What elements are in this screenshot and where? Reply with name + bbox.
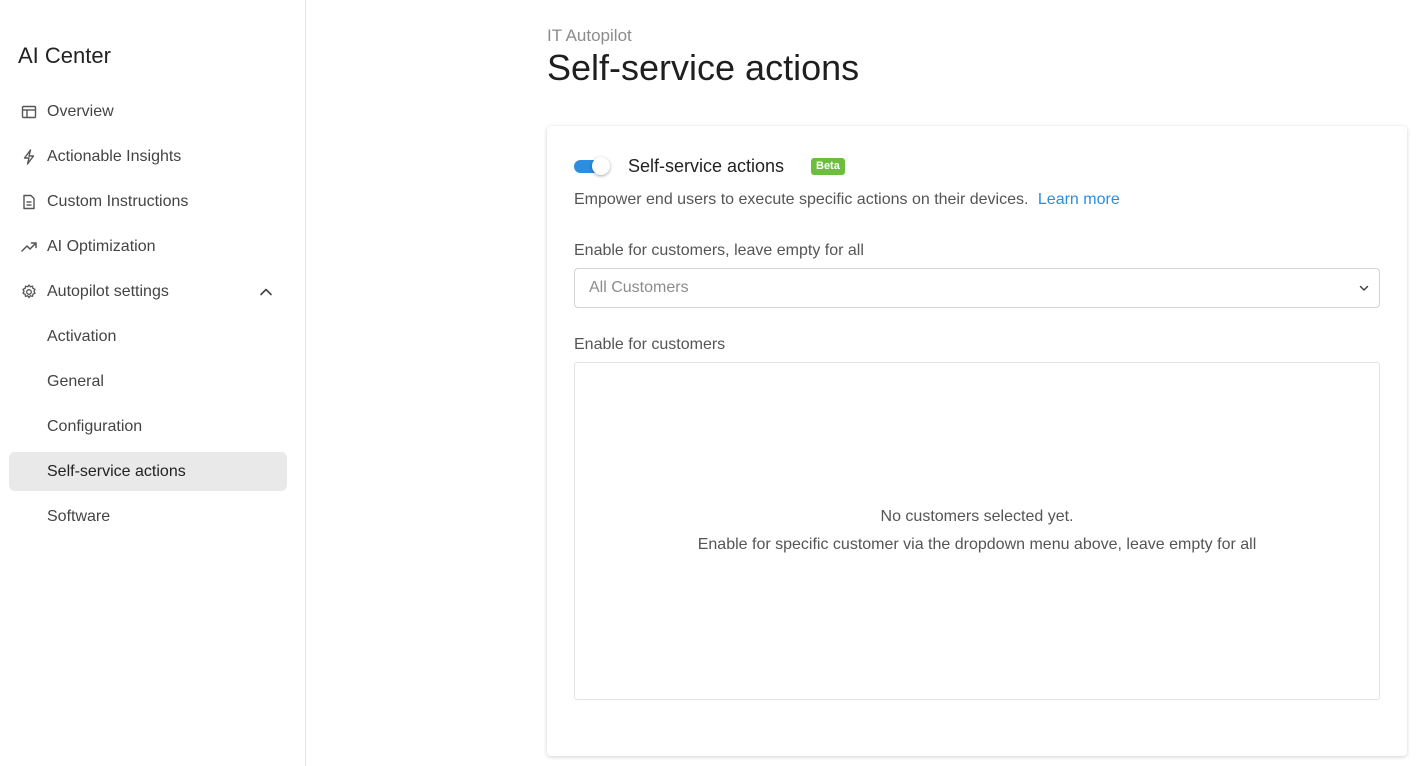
document-icon (20, 193, 38, 211)
sidebar-nav: Overview Actionable Insights Custom Inst… (9, 92, 287, 542)
page-title: Self-service actions (547, 47, 860, 88)
sidebar-item-overview[interactable]: Overview (9, 92, 287, 131)
customer-select-label: Enable for customers, leave empty for al… (574, 242, 864, 259)
self-service-card: Self-service actions Beta Empower end us… (547, 126, 1407, 756)
sidebar-item-label: Self-service actions (47, 463, 186, 480)
card-title: Self-service actions (628, 156, 785, 176)
beta-badge: Beta (811, 158, 845, 175)
sidebar-item-custom-instructions[interactable]: Custom Instructions (9, 182, 287, 221)
sidebar-item-label: Overview (47, 103, 114, 120)
sidebar-item-configuration[interactable]: Configuration (9, 407, 287, 446)
sidebar-item-label: Software (47, 508, 111, 525)
empty-state-title: No customers selected yet. (880, 508, 1074, 525)
sidebar-item-label: AI Optimization (47, 238, 156, 255)
chevron-up-icon[interactable] (257, 283, 275, 301)
empty-state-hint: Enable for specific customer via the dro… (697, 536, 1257, 553)
sidebar-item-autopilot-settings[interactable]: Autopilot settings (9, 272, 287, 311)
app-window: AI Center Overview Actionable Insights C… (0, 0, 1417, 766)
customer-select[interactable]: All Customers (574, 268, 1380, 308)
sidebar-item-label: Autopilot settings (47, 283, 169, 300)
sidebar-item-ai-optimization[interactable]: AI Optimization (9, 227, 287, 266)
breadcrumb: IT Autopilot (547, 26, 632, 45)
sidebar-item-software[interactable]: Software (9, 497, 287, 536)
description-text: Empower end users to execute specific ac… (574, 191, 1029, 208)
sidebar-item-label: Activation (47, 328, 117, 345)
sidebar: AI Center Overview Actionable Insights C… (0, 0, 306, 766)
customer-list-empty-state: No customers selected yet. Enable for sp… (574, 362, 1380, 700)
sidebar-item-actionable-insights[interactable]: Actionable Insights (9, 137, 287, 176)
toggle-thumb (592, 157, 610, 175)
sidebar-item-label: General (47, 373, 104, 390)
sidebar-item-self-service-actions[interactable]: Self-service actions (9, 452, 287, 491)
trending-up-icon (20, 238, 38, 256)
gear-icon (20, 283, 38, 301)
layout-icon (20, 103, 38, 121)
sidebar-item-label: Actionable Insights (47, 148, 182, 165)
lightning-icon (20, 148, 38, 166)
sidebar-item-label: Configuration (47, 418, 143, 435)
sidebar-item-activation[interactable]: Activation (9, 317, 287, 356)
card-description: Empower end users to execute specific ac… (574, 190, 1120, 210)
sidebar-item-label: Custom Instructions (47, 193, 189, 210)
customer-list-label: Enable for customers (574, 336, 726, 353)
self-service-toggle[interactable] (574, 157, 610, 175)
sidebar-item-general[interactable]: General (9, 362, 287, 401)
sidebar-title: AI Center (18, 43, 111, 68)
chevron-down-icon (1357, 281, 1371, 295)
customer-select-placeholder: All Customers (589, 279, 689, 296)
learn-more-link[interactable]: Learn more (1038, 191, 1120, 208)
